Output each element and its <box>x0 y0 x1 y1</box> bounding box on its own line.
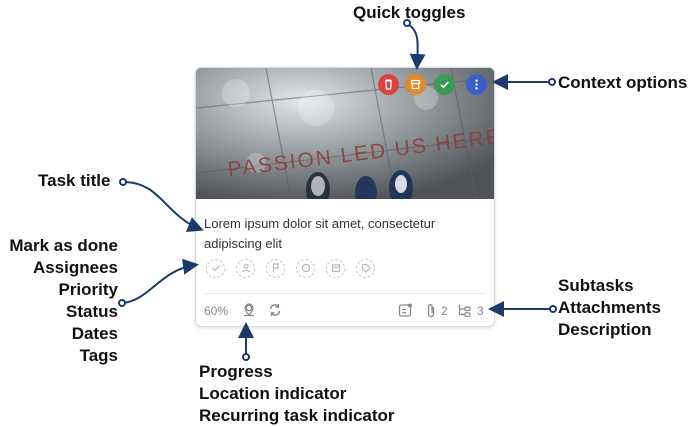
arrow-start-left-group <box>118 299 126 307</box>
arrow-start-quick-toggles <box>403 19 411 27</box>
arrow-quick-toggles <box>406 23 426 70</box>
arrow-start-bottom-group <box>242 353 250 361</box>
arrow-left-group <box>122 258 199 304</box>
arrow-start-context-options <box>548 78 556 86</box>
arrow-start-task-title <box>119 178 127 186</box>
arrow-task-title <box>123 181 204 232</box>
callout-arrows <box>118 19 557 361</box>
arrow-start-right-group <box>549 305 557 313</box>
